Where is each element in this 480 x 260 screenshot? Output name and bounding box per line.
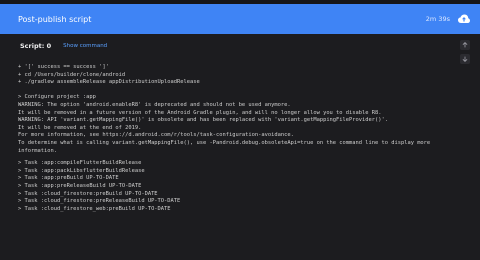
log-line: > Configure project :app [18, 94, 96, 101]
log-line: For more information, see https://d.andr… [18, 132, 294, 139]
log-line: It will be removed in a future version o… [18, 109, 382, 116]
log-line: > Task :cloud_firestore:preReleaseBuild … [18, 198, 181, 205]
log-spacer [18, 87, 470, 95]
arrow-down-icon [462, 56, 468, 62]
log-line: To determine what is calling variant.get… [18, 139, 434, 154]
show-command-link[interactable]: Show command [63, 43, 107, 49]
script-header[interactable]: Post-publish script 2m 39s [0, 4, 480, 34]
log-line: + '[' success == success ']' [18, 64, 109, 70]
log-line: > Task :cloud_firestore_web:preBuild UP-… [18, 205, 171, 212]
scroll-to-top-button[interactable] [460, 40, 470, 50]
duration-label: 2m 39s [425, 15, 450, 23]
log-line: > Task :app:preBuild UP-TO-DATE [18, 175, 119, 182]
cloud-upload-icon [458, 14, 470, 24]
log-line: + cd /Users/builder/clone/android [18, 71, 126, 78]
log-line: It will be removed at the end of 2019. [18, 124, 142, 131]
log-line: WARNING: The option 'android.enableR8' i… [18, 101, 291, 108]
log-line: + ./gradlew assembleRelease appDistribut… [18, 79, 200, 86]
scroll-to-bottom-button[interactable] [460, 54, 470, 64]
script-label: Script: 0 [20, 42, 52, 50]
script-log-panel: Script: 0 Show command + '[' success == … [0, 34, 480, 260]
script-title: Post-publish script [18, 14, 92, 24]
script-bar: Script: 0 Show command [0, 34, 480, 58]
log-line: > Task :app:preReleaseBuild UP-TO-DATE [18, 182, 142, 189]
arrow-up-icon [462, 42, 468, 48]
log-line: > Task :app:packLibsflutterBuildRelease [18, 167, 145, 174]
log-line: WARNING: API 'variant.getMappingFile()' … [18, 117, 388, 124]
log-output: + '[' success == success ']' + cd /Users… [0, 64, 480, 260]
log-line: > Task :cloud_firestore:preBuild UP-TO-D… [18, 190, 158, 197]
log-line: > Task :app:compileFlutterBuildRelease [18, 160, 142, 167]
